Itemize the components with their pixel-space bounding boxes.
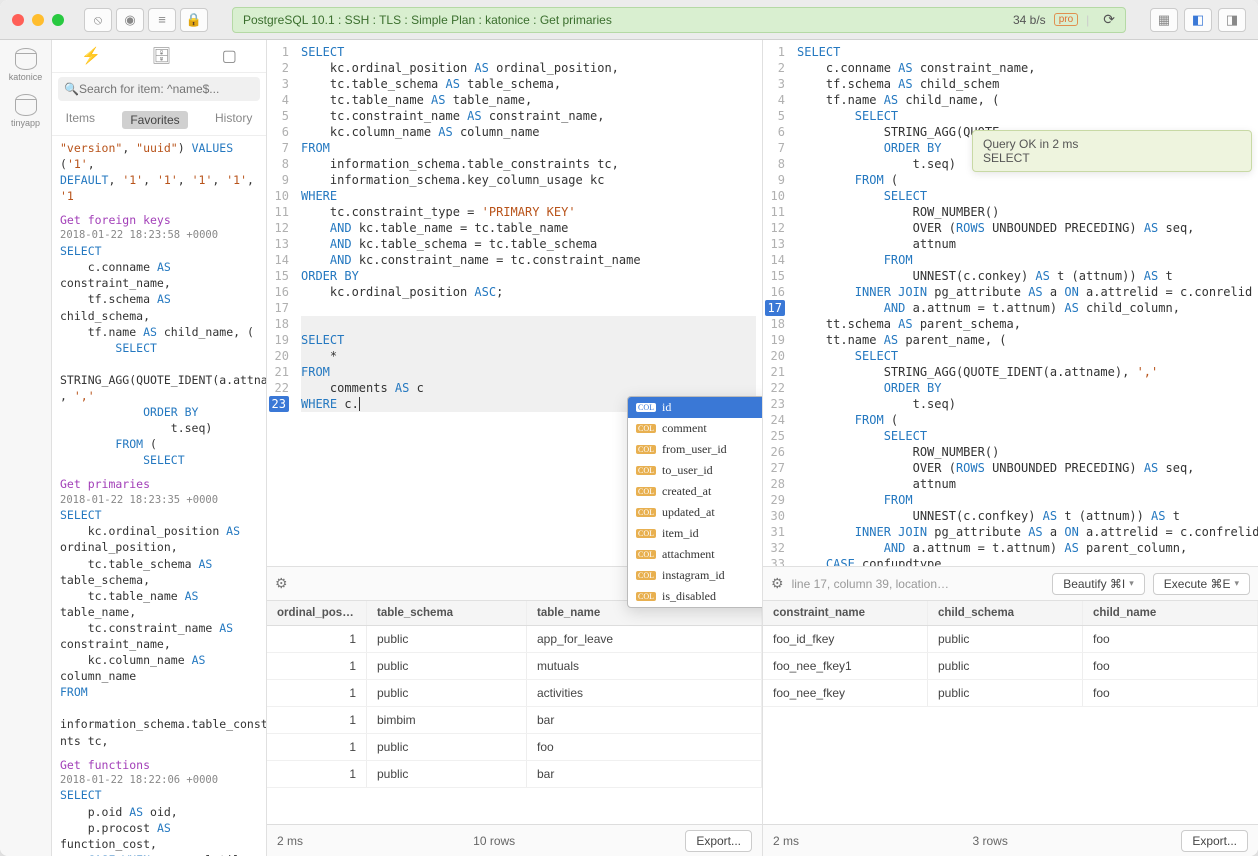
grid-view-button[interactable]: ▦: [1150, 8, 1178, 32]
minimize-window-button[interactable]: [32, 14, 44, 26]
lock-button[interactable]: 🔒: [180, 8, 208, 32]
stop-button[interactable]: ⦸: [84, 8, 112, 32]
code-area[interactable]: SELECT c.conname AS constraint_name, tf.…: [791, 40, 1258, 566]
left-results: ordinal_position table_schema table_name…: [267, 600, 762, 856]
window-controls: [12, 14, 64, 26]
snippet-preview-text: "version", "uuid") VALUES ('1',DEFAULT, …: [60, 140, 258, 204]
table-row[interactable]: 1publicapp_for_leave: [267, 626, 762, 653]
close-window-button[interactable]: [12, 14, 24, 26]
right-results: constraint_name child_schema child_name …: [763, 600, 1258, 856]
terminal-icon[interactable]: ▢: [222, 46, 237, 66]
col-header[interactable]: table_schema: [367, 601, 527, 625]
table-row[interactable]: 1publicfoo: [267, 734, 762, 761]
table-row[interactable]: foo_nee_fkeypublicfoo: [763, 680, 1258, 707]
gutter: 1234567891011121314151617181920212223: [267, 40, 295, 566]
sidebar-tabs: Items Favorites History: [52, 105, 266, 136]
split-left-button[interactable]: ◧: [1184, 8, 1212, 32]
tab-favorites[interactable]: Favorites: [122, 111, 187, 129]
snippet-title[interactable]: Get foreign keys: [60, 212, 258, 228]
snippet-sql: SELECT kc.ordinal_position ASordinal_pos…: [60, 507, 258, 748]
export-button[interactable]: Export...: [1181, 830, 1248, 852]
left-pane: 1234567891011121314151617181920212223 SE…: [267, 40, 763, 856]
rail-item-katonice[interactable]: katonice: [9, 48, 43, 82]
export-button[interactable]: Export...: [685, 830, 752, 852]
autocomplete-item[interactable]: COLis_disabledbool: [628, 586, 763, 607]
autocomplete-item[interactable]: COLitem_idint4: [628, 523, 763, 544]
query-time: 2 ms: [277, 834, 303, 848]
autocomplete-item[interactable]: COLfrom_user_idint4: [628, 439, 763, 460]
database-icon: [15, 94, 37, 116]
notif-title: Query OK in 2 ms: [983, 137, 1241, 151]
table-row[interactable]: 1publicbar: [267, 761, 762, 788]
snippet-sql: SELECT p.oid AS oid, p.procost AS functi…: [60, 787, 258, 856]
query-notification[interactable]: Query OK in 2 ms SELECT: [972, 130, 1252, 172]
snippet-sql: SELECT c.conname AS constraint_name, tf.…: [60, 243, 258, 468]
execute-button[interactable]: Execute ⌘E▾: [1153, 573, 1250, 595]
snippet-date: 2018-01-22 18:23:35 +0000: [60, 493, 258, 508]
snippet-date: 2018-01-22 18:22:06 +0000: [60, 773, 258, 788]
maximize-window-button[interactable]: [52, 14, 64, 26]
autocomplete-item[interactable]: COLto_user_idint4: [628, 460, 763, 481]
bolt-icon[interactable]: ⚡: [81, 46, 101, 66]
reveal-button[interactable]: ◉: [116, 8, 144, 32]
snippet-title[interactable]: Get primaries: [60, 476, 258, 492]
row-count: 3 rows: [799, 834, 1181, 848]
gutter: 1234567891011121314151617181920212223242…: [763, 40, 791, 566]
split-right-button[interactable]: ◨: [1218, 8, 1246, 32]
gear-icon[interactable]: ⚙: [771, 575, 784, 592]
titlebar: ⦸ ◉ ≡ 🔒 PostgreSQL 10.1 : SSH : TLS : Si…: [0, 0, 1258, 40]
sidebar-search[interactable]: 🔍: [58, 77, 260, 101]
sidebar: ⚡ 🗄 ▢ 🔍 Items Favorites History "version…: [52, 40, 267, 856]
search-icon: 🔍: [64, 82, 79, 96]
gear-icon[interactable]: ⚙: [275, 575, 288, 592]
table-row[interactable]: 1publicactivities: [267, 680, 762, 707]
indent-button[interactable]: ≡: [148, 8, 176, 32]
db-icon[interactable]: 🗄: [151, 46, 171, 66]
right-buttonbar: ⚙ line 17, column 39, location… Beautify…: [763, 566, 1258, 600]
autocomplete-item[interactable]: COLattachmentbytea: [628, 544, 763, 565]
col-header[interactable]: constraint_name: [763, 601, 928, 625]
results-header: constraint_name child_schema child_name: [763, 601, 1258, 626]
search-input[interactable]: [79, 82, 254, 96]
autocomplete-item[interactable]: COLinstagram_idvarchar: [628, 565, 763, 586]
connection-label: PostgreSQL 10.1 : SSH : TLS : Simple Pla…: [243, 13, 612, 27]
right-editor[interactable]: 1234567891011121314151617181920212223242…: [763, 40, 1258, 566]
tab-items[interactable]: Items: [66, 111, 95, 129]
table-row[interactable]: 1publicmutuals: [267, 653, 762, 680]
rail-item-tinyapp[interactable]: tinyapp: [11, 94, 40, 128]
query-time: 2 ms: [773, 834, 799, 848]
snippet-date: 2018-01-22 18:23:58 +0000: [60, 228, 258, 243]
autocomplete-item[interactable]: COLcreated_attimestamp: [628, 481, 763, 502]
autocomplete-item[interactable]: COLcommentvarchar: [628, 418, 763, 439]
right-pane: 1234567891011121314151617181920212223242…: [763, 40, 1258, 856]
autocomplete-item[interactable]: COLidint4: [628, 397, 763, 418]
cursor-location: line 17, column 39, location…: [792, 577, 1045, 591]
results-footer: 2 ms 3 rows Export...: [763, 824, 1258, 856]
connection-rail: katonice tinyapp: [0, 40, 52, 856]
results-body[interactable]: foo_id_fkeypublicfoofoo_nee_fkey1publicf…: [763, 626, 1258, 824]
table-row[interactable]: foo_nee_fkey1publicfoo: [763, 653, 1258, 680]
table-row[interactable]: 1bimbimbar: [267, 707, 762, 734]
col-header[interactable]: child_schema: [928, 601, 1083, 625]
beautify-button[interactable]: Beautify ⌘I▾: [1052, 573, 1145, 595]
table-row[interactable]: foo_id_fkeypublicfoo: [763, 626, 1258, 653]
bandwidth: 34 b/s: [1013, 13, 1046, 27]
database-icon: [15, 48, 37, 70]
row-count: 10 rows: [303, 834, 685, 848]
autocomplete-popup[interactable]: COLidint4COLcommentvarcharCOLfrom_user_i…: [627, 396, 763, 608]
results-body[interactable]: 1publicapp_for_leave1publicmutuals1publi…: [267, 626, 762, 824]
tab-history[interactable]: History: [215, 111, 252, 129]
autocomplete-item[interactable]: COLupdated_attimestamp: [628, 502, 763, 523]
notif-body: SELECT: [983, 151, 1241, 165]
reload-icon[interactable]: ⟳: [1103, 11, 1115, 28]
results-footer: 2 ms 10 rows Export...: [267, 824, 762, 856]
col-header[interactable]: ordinal_position: [267, 601, 367, 625]
pro-badge: pro: [1054, 13, 1078, 26]
col-header[interactable]: child_name: [1083, 601, 1258, 625]
connection-status[interactable]: PostgreSQL 10.1 : SSH : TLS : Simple Pla…: [232, 7, 1126, 33]
snippet-title[interactable]: Get functions: [60, 757, 258, 773]
snippet-list[interactable]: "version", "uuid") VALUES ('1',DEFAULT, …: [52, 136, 266, 856]
